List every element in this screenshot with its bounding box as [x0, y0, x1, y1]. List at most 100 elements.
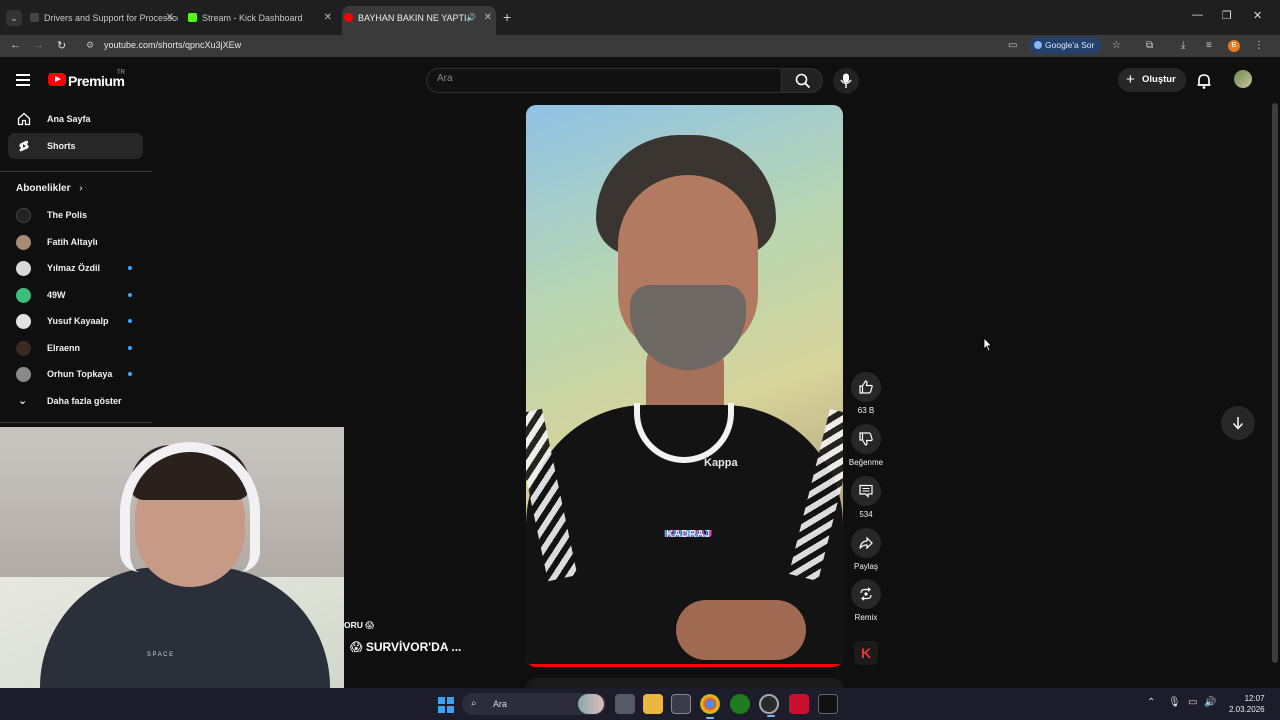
like-count: 63 B: [857, 406, 875, 415]
previous-short-title-fragment[interactable]: ORU 😱: [344, 620, 374, 631]
scrollbar-thumb[interactable]: [1272, 103, 1278, 663]
ask-google-button[interactable]: Google'a Sor: [1029, 37, 1102, 54]
microphone-icon: [840, 73, 852, 88]
subscription-orhun-topkaya[interactable]: Orhun Topkaya: [16, 364, 146, 384]
comments-action[interactable]: 534: [851, 476, 881, 519]
taskbar-search-label: Ara: [493, 699, 508, 709]
like-action[interactable]: 63 B: [851, 372, 881, 415]
shorts-icon: [19, 140, 29, 152]
tray-microphone-icon[interactable]: 🎙: [1168, 697, 1181, 708]
subscriptions-heading[interactable]: Abonelikler ›: [16, 183, 83, 194]
browser-tab-youtube[interactable]: BAYHAN BAKIN NE YAPTI 🔊 ✕: [342, 6, 496, 35]
browser-tab-drivers[interactable]: Drivers and Support for Processors ✕: [28, 6, 178, 30]
remix-action[interactable]: Remix: [851, 579, 881, 622]
xbox-icon[interactable]: [730, 694, 750, 714]
channel-name: Yılmaz Özdil: [47, 263, 101, 273]
extensions-icon[interactable]: ⧉: [1146, 40, 1153, 51]
comments-button[interactable]: [851, 476, 881, 506]
subscription-fatih-altayli[interactable]: Fatih Altaylı: [16, 232, 146, 252]
browser-profile-avatar[interactable]: B: [1228, 40, 1240, 52]
red-app-icon[interactable]: [789, 694, 809, 714]
sidebar-item-shorts[interactable]: Shorts: [8, 133, 143, 159]
new-tab-button[interactable]: +: [503, 9, 511, 25]
page-scrollbar[interactable]: [1270, 103, 1280, 688]
search-input[interactable]: [437, 73, 767, 84]
mouse-cursor-icon: [983, 337, 993, 352]
tab-search-button[interactable]: ⌄: [6, 10, 22, 26]
dislike-label: Beğenme: [848, 458, 884, 467]
subscription-49w[interactable]: 49W: [16, 285, 146, 305]
bell-icon: [1197, 74, 1211, 89]
next-short-button[interactable]: [1221, 406, 1255, 440]
close-tab-icon[interactable]: ✕: [166, 6, 174, 30]
download-icon[interactable]: ⤓: [1181, 40, 1185, 51]
search-button[interactable]: [781, 68, 823, 93]
tray-network-icon[interactable]: ▭: [1188, 697, 1197, 708]
browser-tab-kick[interactable]: Stream - Kick Dashboard ✕: [186, 6, 336, 30]
cast-icon[interactable]: ▭: [1008, 40, 1017, 51]
tray-overflow-icon[interactable]: ⌃: [1147, 697, 1155, 708]
voice-search-button[interactable]: [833, 68, 859, 94]
channel-avatar: [16, 314, 31, 329]
close-window-icon[interactable]: ✕: [1253, 9, 1262, 22]
dislike-action[interactable]: Beğenme: [849, 424, 883, 467]
create-button[interactable]: + Oluştur: [1118, 68, 1186, 92]
remix-button[interactable]: [851, 579, 881, 609]
remix-icon: [860, 587, 872, 601]
new-content-dot: [128, 346, 132, 350]
minimize-icon[interactable]: —: [1192, 9, 1203, 21]
media-control-icon[interactable]: ≡: [1206, 40, 1212, 51]
video-progress-bar[interactable]: [526, 664, 843, 667]
file-explorer-icon[interactable]: [643, 694, 663, 714]
windows-start-icon[interactable]: [438, 697, 454, 713]
create-label: Oluştur: [1142, 74, 1176, 85]
terminal-icon[interactable]: [818, 694, 838, 714]
obs-icon[interactable]: [759, 694, 779, 717]
back-icon[interactable]: ←: [10, 39, 21, 51]
bookmark-star-icon[interactable]: ☆: [1112, 40, 1121, 51]
channel-avatar: [16, 288, 31, 303]
store-icon[interactable]: [671, 694, 691, 714]
forward-icon[interactable]: →: [33, 39, 44, 51]
previous-short-title[interactable]: 😱 SURVİVOR'DA ...: [350, 640, 461, 654]
share-button[interactable]: [851, 528, 881, 558]
next-short-preview[interactable]: [526, 678, 843, 688]
new-content-dot: [128, 372, 132, 376]
show-more-button[interactable]: ⌄ Daha fazla göster: [16, 391, 146, 411]
remix-label: Remix: [854, 613, 878, 622]
url-field[interactable]: youtube.com/shorts/qpncXu3jXEw: [104, 40, 241, 50]
task-view-icon[interactable]: [615, 694, 635, 714]
close-tab-icon[interactable]: ✕: [484, 6, 492, 30]
notifications-button[interactable]: [1197, 73, 1211, 94]
sidebar-item-home[interactable]: Ana Sayfa: [8, 106, 143, 132]
dislike-button[interactable]: [851, 424, 881, 454]
speaker-icon[interactable]: 🔊: [466, 6, 476, 30]
home-icon: [17, 112, 31, 126]
search-highlight-icon[interactable]: [578, 694, 604, 714]
subscription-yilmaz-ozdil[interactable]: Yılmaz Özdil: [16, 258, 146, 278]
reload-icon[interactable]: ↻: [57, 39, 66, 52]
subscription-the-polis[interactable]: The Polis: [16, 205, 146, 225]
account-avatar[interactable]: [1234, 70, 1252, 88]
share-action[interactable]: Paylaş: [851, 528, 881, 571]
tray-volume-icon[interactable]: 🔊: [1204, 697, 1216, 708]
channel-name: 49W: [47, 290, 66, 300]
browser-menu-icon[interactable]: ⋮: [1254, 40, 1264, 51]
close-tab-icon[interactable]: ✕: [324, 6, 332, 30]
search-box: [426, 68, 782, 93]
site-info-icon[interactable]: ⚙: [86, 40, 94, 51]
plus-icon: +: [1126, 71, 1135, 88]
taskbar-clock[interactable]: 12:07 2.03.2026: [1229, 693, 1265, 715]
youtube-logo-icon[interactable]: [48, 73, 66, 86]
like-button[interactable]: [851, 372, 881, 402]
sidebar-item-label: Ana Sayfa: [47, 114, 91, 124]
youtube-premium-brand[interactable]: Premium: [68, 73, 125, 89]
shorts-video-player[interactable]: Kappa KADRAJ: [526, 105, 843, 667]
subscription-elraenn[interactable]: Elraenn: [16, 338, 146, 358]
subscription-yusuf-kayaalp[interactable]: Yusuf Kayaalp: [16, 311, 146, 331]
restore-icon[interactable]: ❐: [1222, 9, 1232, 22]
channel-thumbnail[interactable]: K: [854, 641, 878, 665]
menu-icon[interactable]: [16, 74, 30, 89]
chrome-icon[interactable]: [700, 694, 720, 719]
webcam-overlay: S P A C E: [0, 427, 344, 720]
